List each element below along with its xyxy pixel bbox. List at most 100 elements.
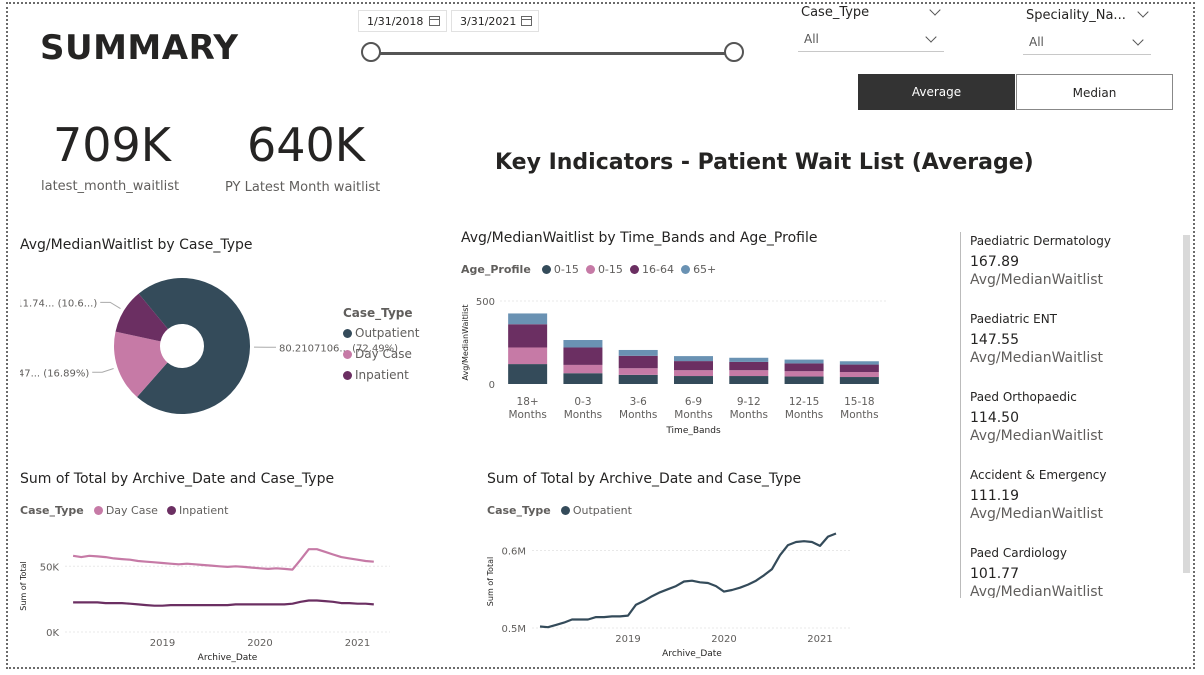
legend-item-outpatient[interactable]: Outpatient (560, 504, 632, 517)
legend-label: Day Case (105, 504, 158, 517)
x-tick-label: 0-3 (574, 396, 591, 408)
x-tick-label: 2019 (615, 634, 640, 645)
stacked-bar-chart: 0500Avg/MedianWaitlist18+Months0-3Months… (461, 297, 887, 436)
x-tick-label: 2020 (247, 638, 272, 649)
bar-segment (784, 363, 824, 372)
bar-segment (674, 356, 713, 362)
slider-start-handle[interactable] (361, 42, 381, 62)
leader-line (92, 368, 114, 373)
bar-segment (839, 372, 879, 378)
data-label: 18.6947... (16.89%) (20, 368, 89, 379)
x-tick-label: 2020 (711, 634, 736, 645)
y-axis-label: Sum of Total (486, 557, 495, 606)
median-button[interactable]: Median (1016, 74, 1173, 110)
end-date-value: 3/31/2021 (460, 15, 517, 28)
legend-item-inpatient[interactable]: Inpatient (343, 368, 419, 382)
x-axis-label: Archive_Date (662, 649, 722, 659)
speciality-card: Paed Cardiology 101.77 Avg/MedianWaitlis… (960, 544, 1172, 598)
bar-segment (618, 368, 658, 375)
legend-item-age-0-15-b[interactable]: 0-15 (585, 263, 623, 276)
bar-segment (508, 364, 548, 384)
speciality-dropdown[interactable]: All (1023, 31, 1151, 55)
y-tick-label: 0 (489, 380, 495, 391)
x-tick-label: Months (564, 409, 602, 421)
kpi-list-scrollbar[interactable] (1183, 235, 1190, 573)
bar-segment (729, 370, 769, 377)
legend-dot (585, 265, 595, 274)
calendar-icon[interactable] (521, 16, 532, 26)
case-type-slicer-label: Case_Type (801, 5, 870, 20)
leader-line (100, 301, 121, 310)
case-type-dropdown[interactable]: All (798, 28, 944, 52)
y-tick-label: 0.6M (501, 547, 526, 558)
speciality-card: Accident & Emergency 111.19 Avg/MedianWa… (960, 466, 1172, 544)
bar-segment (563, 364, 603, 374)
x-tick-label: 18+ (517, 396, 539, 408)
legend-dot (630, 265, 639, 274)
slider-end-handle[interactable] (724, 42, 744, 62)
speciality-card: Paediatric ENT 147.55 Avg/MedianWaitlist (960, 310, 1172, 388)
legend-label: Day Case (355, 347, 412, 361)
speciality-slicer-label: Speciality_Na... (1026, 8, 1126, 23)
bar-segment (784, 376, 824, 384)
legend-label: Outpatient (355, 326, 420, 340)
average-button[interactable]: Average (858, 74, 1015, 110)
speciality-measure: Avg/MedianWaitlist (970, 272, 1104, 288)
legend-label: Inpatient (355, 368, 409, 382)
legend-item-day-case[interactable]: Day Case (343, 347, 419, 361)
legend-dot (93, 506, 103, 515)
legend-dot (681, 265, 691, 274)
speciality-card: Paediatric Dermatology 167.89 Avg/Median… (960, 232, 1172, 310)
x-axis-label: Time_Bands (665, 426, 721, 436)
legend-item-age-0-15-a[interactable]: 0-15 (541, 263, 579, 276)
latest-month-waitlist-label: latest_month_waitlist (41, 179, 180, 194)
x-tick-label: Months (785, 409, 823, 421)
x-tick-label: Months (508, 409, 546, 421)
x-tick-label: Months (619, 409, 657, 421)
legend-label: 0-15 (597, 263, 623, 276)
bar-chart-title: Avg/MedianWaitlist by Time_Bands and Age… (461, 230, 818, 246)
series-line (539, 532, 837, 629)
bar-segment (839, 361, 879, 365)
date-range-slider[interactable] (371, 52, 734, 55)
line1-legend-title: Case_Type (20, 504, 84, 517)
bar-segment (674, 376, 713, 384)
bar-segment (729, 357, 769, 362)
speciality-value: 167.89 (970, 254, 1019, 270)
speciality-measure: Avg/MedianWaitlist (970, 584, 1104, 598)
legend-dot (343, 329, 352, 338)
speciality-selected: All (1029, 35, 1044, 49)
legend-label: 16-64 (642, 263, 674, 276)
speciality-name: Paed Cardiology (970, 546, 1068, 560)
speciality-kpi-list[interactable]: Paediatric Dermatology 167.89 Avg/Median… (960, 232, 1172, 598)
legend-label: Inpatient (179, 504, 229, 517)
bar-segment (839, 377, 879, 384)
bar-segment (618, 374, 658, 384)
legend-item-age-65-plus[interactable]: 65+ (681, 263, 716, 276)
speciality-value: 111.19 (970, 488, 1019, 504)
bar-legend-title: Age_Profile (461, 263, 531, 276)
bar-segment (674, 361, 713, 371)
calendar-icon[interactable] (429, 16, 440, 26)
legend-item-outpatient[interactable]: Outpatient (343, 326, 419, 340)
legend-dot (343, 350, 352, 359)
py-latest-month-waitlist-label: PY Latest Month waitlist (225, 180, 381, 195)
py-latest-month-waitlist-value: 640K (247, 118, 365, 172)
start-date-input[interactable]: 1/31/2018 (358, 10, 447, 32)
donut-legend: Case_Type Outpatient Day Case Inpatient (343, 306, 419, 382)
latest-month-waitlist-value: 709K (53, 118, 171, 172)
x-tick-label: Months (730, 409, 768, 421)
end-date-input[interactable]: 3/31/2021 (451, 10, 539, 32)
line-chart-2-title: Sum of Total by Archive_Date and Case_Ty… (487, 471, 802, 487)
speciality-measure: Avg/MedianWaitlist (970, 350, 1104, 366)
bar-segment (508, 347, 548, 365)
legend-item-age-16-64[interactable]: 16-64 (630, 263, 674, 276)
bar-legend: Age_Profile 0-15 0-15 16-64 65+ (461, 258, 716, 277)
start-date-value: 1/31/2018 (367, 15, 424, 28)
legend-item-day-case[interactable]: Day Case (93, 504, 158, 517)
y-tick-label: 0.5M (501, 624, 526, 635)
bar-segment (563, 347, 603, 365)
page-title: SUMMARY (40, 28, 239, 68)
speciality-name: Paediatric Dermatology (970, 234, 1111, 248)
legend-item-inpatient[interactable]: Inpatient (167, 504, 228, 517)
